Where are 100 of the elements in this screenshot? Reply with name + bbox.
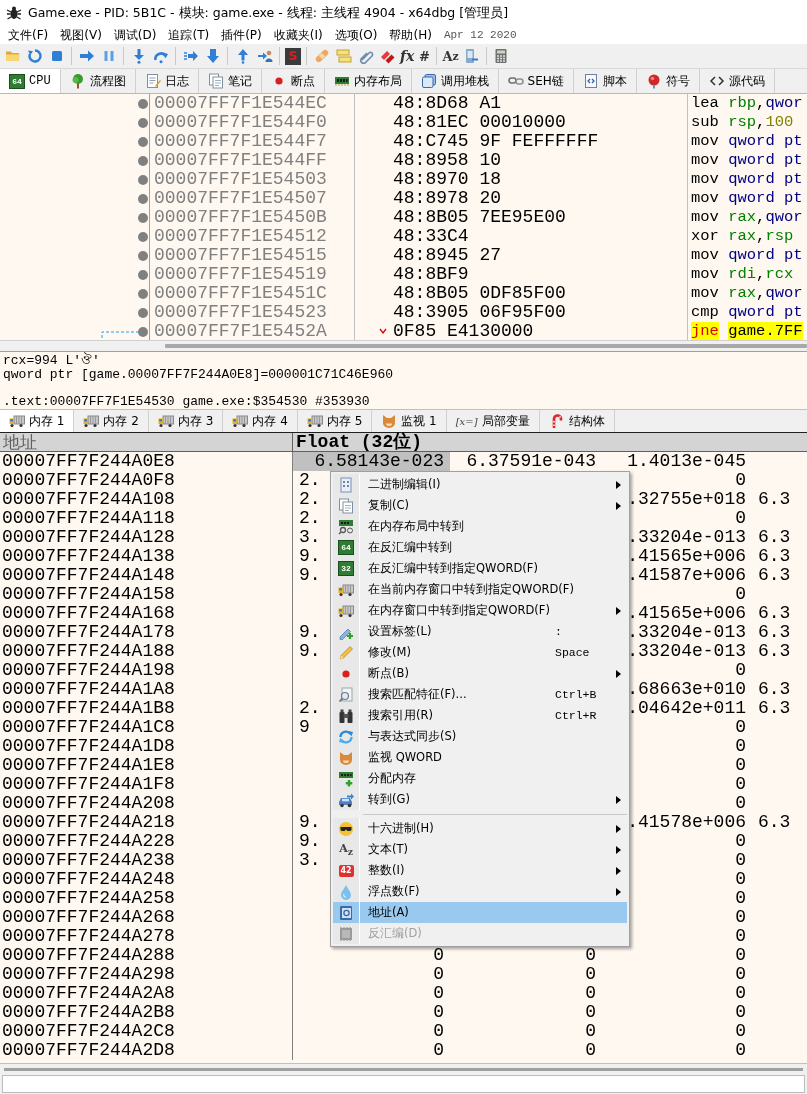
menu-item[interactable]: 追踪(T) (162, 26, 216, 44)
value-cell: 9. (299, 812, 321, 832)
forward-arrow-icon[interactable] (182, 48, 199, 64)
breakpoint-marker[interactable] (138, 326, 148, 337)
arrow-person-icon[interactable] (256, 48, 273, 64)
breakpoint-marker[interactable] (138, 155, 148, 166)
note-icon[interactable] (335, 48, 352, 64)
breakpoint-marker[interactable] (138, 307, 148, 318)
truck-icon (338, 581, 354, 598)
instruction-address: 00007FF7F1E54512 (150, 227, 355, 246)
breakpoint-marker[interactable] (138, 288, 148, 299)
command-field[interactable] (2, 1075, 805, 1093)
animal-icon (381, 413, 398, 429)
address-cell: 00007FF7F244A1B8 (0, 699, 293, 718)
column-header[interactable]: Float (32位) (293, 433, 807, 451)
breakpoint-marker[interactable] (138, 136, 148, 147)
menu-item[interactable]: 设置标签(L) : (333, 621, 627, 642)
value-cell: .04642e+011 (627, 698, 746, 718)
menu-item[interactable]: A$_{z}$ 文本(T) (333, 839, 627, 860)
menu-item[interactable]: 42 整数(I) (333, 860, 627, 881)
menu-item[interactable]: 调试(D) (107, 26, 163, 44)
menu-item[interactable]: 在内存窗口中转到指定QWORD(F) (333, 600, 627, 621)
value-cell: 0 (735, 907, 746, 927)
breakpoint-marker[interactable] (138, 212, 148, 223)
function-icon[interactable]: fx (400, 47, 415, 65)
menu-item[interactable]: 断点(B) (333, 663, 627, 684)
value-cell: 0 (735, 774, 746, 794)
menu-item[interactable]: 搜索引用(R) Ctrl+R (333, 705, 627, 726)
menu-item[interactable]: 64 在反汇编中转到 (333, 537, 627, 558)
menu-item[interactable]: 修改(M) Space (333, 642, 627, 663)
paperclip-icon[interactable] (357, 48, 374, 64)
address-cell: 00007FF7F244A2B8 (0, 1003, 293, 1022)
tab[interactable]: 内存 1 (0, 410, 75, 432)
value-cell: 9. (299, 622, 321, 642)
menu-item[interactable]: 监视 QWORD (333, 747, 627, 768)
menu-item[interactable]: 复制(C) (333, 495, 627, 516)
bookmark-icon[interactable] (379, 48, 396, 64)
menu-item[interactable]: 二进制编辑(I) (333, 474, 627, 495)
menu-item[interactable]: 选项(O) (328, 26, 384, 44)
run-arrow-icon[interactable] (78, 48, 95, 64)
value-cell: 0 (735, 660, 746, 680)
breakpoint-marker[interactable] (138, 117, 148, 128)
value-cell: 0 (585, 1021, 596, 1041)
tab[interactable]: 64 CPU (0, 69, 61, 93)
menu-item[interactable]: 分配内存 (333, 768, 627, 789)
instruction-bytes: 48:C745 9F FEFFFFFF (393, 132, 599, 151)
breakpoint-marker[interactable] (138, 269, 148, 280)
scrollbar[interactable] (0, 1063, 807, 1074)
value-cell: 0 (735, 1002, 746, 1022)
breakpoint-marker[interactable] (138, 250, 148, 261)
instruction-text: mov rdi,rcx (690, 265, 795, 284)
menu-item[interactable]: 与表达式同步(S) (333, 726, 627, 747)
menu-item[interactable]: 十六进制(H) (333, 818, 627, 839)
phone-icon[interactable] (463, 48, 480, 64)
value-cell: 6.3 (758, 489, 791, 509)
menu-item[interactable]: 插件(P) (215, 26, 268, 44)
instruction-text: mov qword pt (690, 132, 804, 151)
menu-item[interactable]: 32 在反汇编中转到指定QWORD(F) (333, 558, 627, 579)
breakpoint-marker[interactable] (138, 193, 148, 204)
value-cell: 9. (299, 831, 321, 851)
car-icon (338, 791, 354, 808)
value-cell: 0 (585, 964, 596, 984)
calculator-icon[interactable] (493, 48, 510, 64)
build-date: Apr 12 2020 (443, 29, 517, 41)
value-cell: 0 (735, 1040, 746, 1060)
truck-icon (232, 413, 249, 429)
instruction-bytes: 48:81EC 00010000 (393, 113, 566, 132)
menu-item[interactable]: 搜索匹配特征(F)... Ctrl+B (333, 684, 627, 705)
info-line: qword ptr [game.00007FF7F244A0E8]=000001C71C46E960 (3, 368, 395, 382)
value-cell: 0 (735, 793, 746, 813)
menu-item[interactable]: 帮助(H) (383, 26, 438, 44)
document-icon (338, 497, 354, 514)
column-header[interactable]: 地址 (0, 433, 293, 451)
instruction-text: mov qword pt (690, 151, 804, 170)
menu-item[interactable]: 视图(V) (54, 26, 108, 44)
text-icon: A$_{z}$ (338, 841, 354, 858)
menu-item[interactable]: 文件(F) (2, 26, 55, 44)
breakpoint-marker[interactable] (138, 98, 148, 109)
scrollbar[interactable] (0, 340, 807, 351)
address-cell: 00007FF7F244A1D8 (0, 737, 293, 756)
address-cell: 00007FF7F244A218 (0, 813, 293, 832)
value-cell: 0 (735, 1021, 746, 1041)
value-cell: 3. (299, 527, 321, 547)
breakpoint-marker[interactable] (138, 231, 148, 242)
down-arrow-icon[interactable] (204, 48, 221, 64)
menu-item[interactable]: 地址(A) (333, 902, 627, 923)
address-cell: 00007FF7F244A178 (0, 623, 293, 642)
menu-item[interactable]: 转到(G) (333, 789, 627, 810)
instruction-bytes: 48:8970 18 (393, 170, 502, 189)
restart-icon[interactable] (26, 48, 43, 64)
menu-item[interactable]: 收藏夹(I) (267, 26, 329, 44)
value-cell: .41565e+006 (627, 603, 746, 623)
menu-item[interactable]: 在当前内存窗口中转到指定QWORD(F) (333, 579, 627, 600)
breakpoint-marker[interactable] (138, 174, 148, 185)
submenu-arrow-icon (616, 501, 621, 510)
value-cell: 0 (735, 831, 746, 851)
animal-icon (338, 749, 354, 766)
hash-icon[interactable]: # (417, 47, 432, 65)
value-cell: 9 (299, 717, 310, 737)
menu-item[interactable]: 在内存布局中转到 (333, 516, 627, 537)
